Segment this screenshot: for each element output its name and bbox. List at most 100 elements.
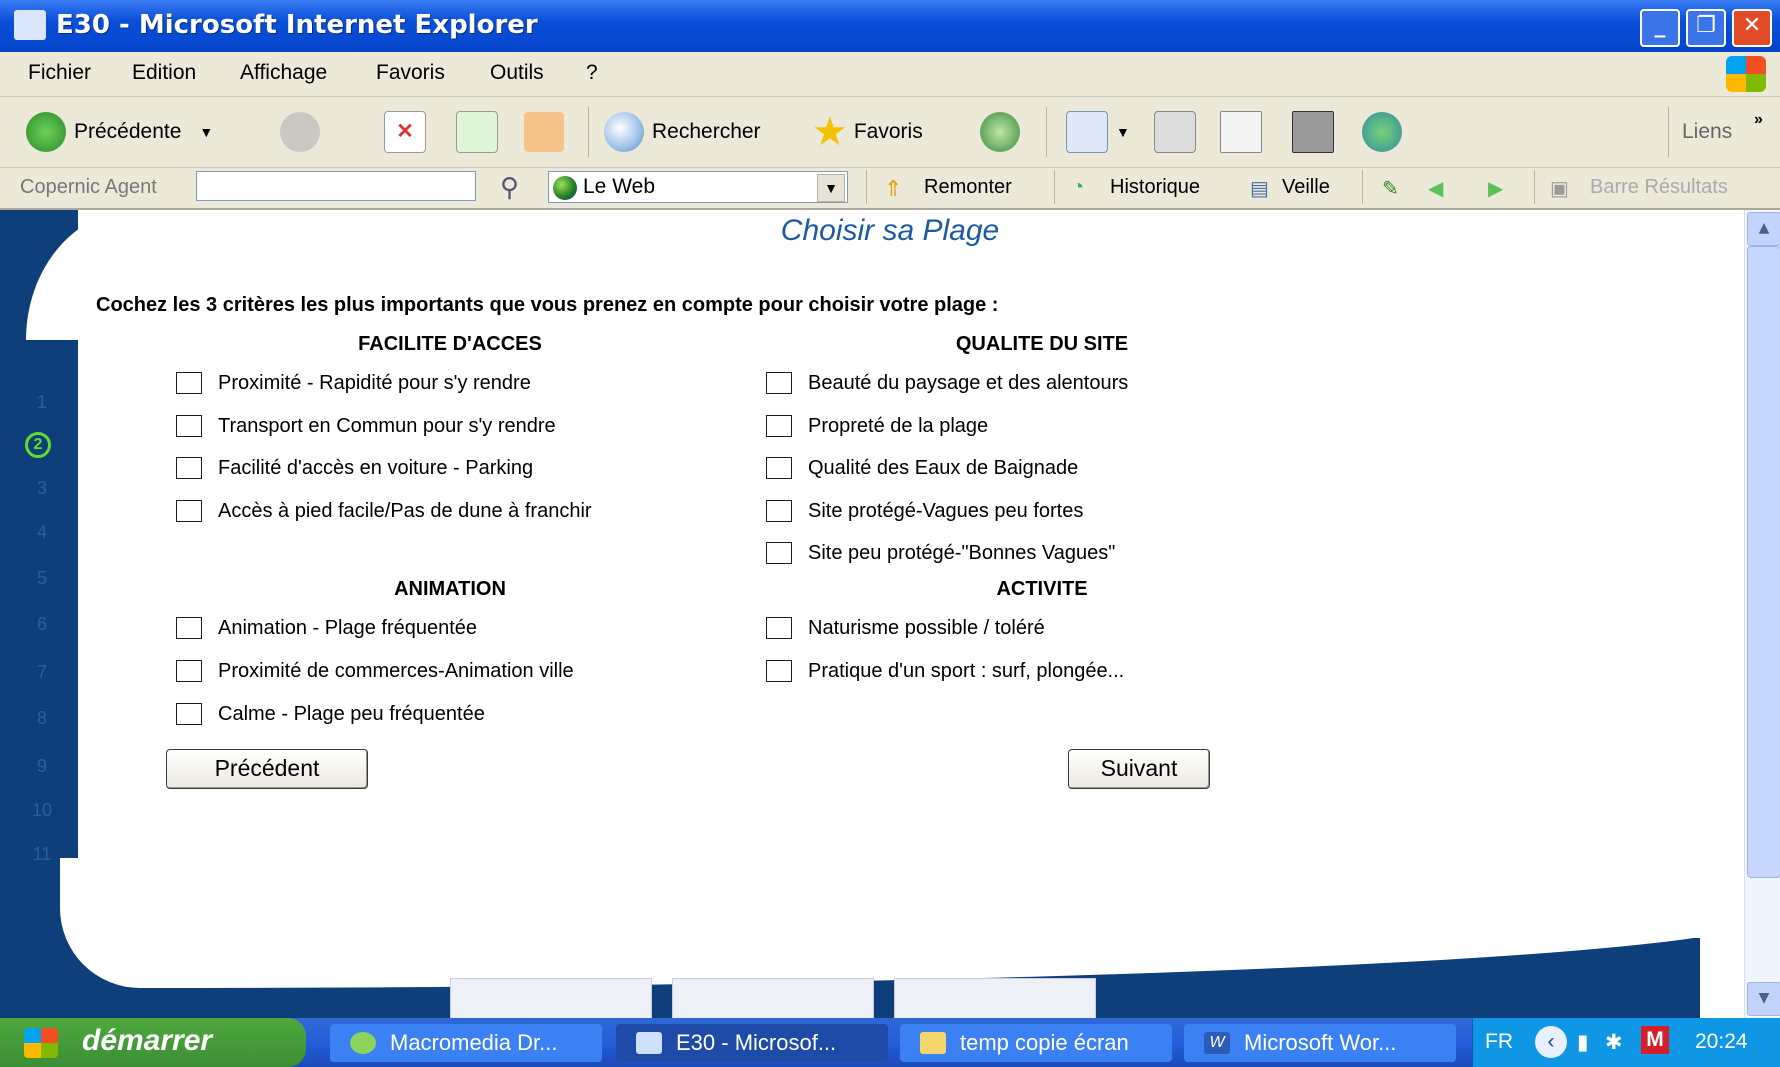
menu-fichier[interactable]: Fichier <box>28 61 91 85</box>
option-access-transport[interactable]: Transport en Commun pour s'y rendre <box>176 411 556 441</box>
option-animation-calm[interactable]: Calme - Plage peu fréquentée <box>176 699 485 729</box>
checkbox[interactable] <box>766 372 792 394</box>
step-link-9[interactable]: 9 <box>30 756 54 777</box>
copernic-search-input[interactable] <box>196 171 476 201</box>
checkbox[interactable] <box>176 703 202 725</box>
task-ie[interactable]: E30 - Microsof... <box>616 1024 888 1062</box>
barre-resultats-button[interactable]: Barre Résultats <box>1590 176 1728 199</box>
network-icon[interactable]: ✱ <box>1605 1030 1623 1055</box>
option-quality-sheltered[interactable]: Site protégé-Vagues peu fortes <box>766 496 1083 526</box>
search-scope-select[interactable]: Le Web ▼ <box>548 171 848 203</box>
veille-button[interactable]: Veille <box>1282 176 1330 199</box>
step-link-2-active[interactable]: 2 <box>25 432 51 458</box>
step-link-4[interactable]: 4 <box>30 522 54 543</box>
menu-edition[interactable]: Edition <box>132 61 196 85</box>
option-label: Accès à pied facile/Pas de dune à franch… <box>218 499 592 522</box>
checkbox[interactable] <box>766 457 792 479</box>
history-button[interactable] <box>980 109 1028 155</box>
option-quality-water[interactable]: Qualité des Eaux de Baignade <box>766 453 1078 483</box>
step-link-7[interactable]: 7 <box>30 662 54 683</box>
vertical-scrollbar[interactable]: ▲ ▼ <box>1744 210 1780 1018</box>
option-activity-sport[interactable]: Pratique d'un sport : surf, plongée... <box>766 656 1124 686</box>
favorites-star-icon: ★ <box>812 110 848 154</box>
start-button[interactable]: démarrer <box>0 1018 306 1067</box>
chevron-down-icon[interactable]: ▼ <box>817 174 845 202</box>
scroll-up-icon[interactable]: ▲ <box>1747 212 1780 246</box>
menu-affichage[interactable]: Affichage <box>240 61 327 85</box>
menu-outils[interactable]: Outils <box>490 61 544 85</box>
option-label: Qualité des Eaux de Baignade <box>808 456 1079 479</box>
step-link-8[interactable]: 8 <box>30 708 54 729</box>
toolbar-chevron-icon[interactable]: » <box>1754 97 1763 143</box>
step-link-1[interactable]: 1 <box>30 392 54 413</box>
print-icon <box>1154 111 1196 153</box>
antivirus-icon[interactable]: M <box>1641 1026 1669 1054</box>
ie-page-icon <box>14 10 46 40</box>
menu-help[interactable]: ? <box>586 61 598 85</box>
option-quality-waves[interactable]: Site peu protégé-"Bonnes Vagues" <box>766 538 1115 568</box>
copernic-search-icon[interactable]: ⚲ <box>500 172 519 203</box>
previous-result-icon[interactable]: ◀ <box>1428 176 1443 201</box>
next-result-icon[interactable]: ▶ <box>1488 176 1503 201</box>
option-animation-busy[interactable]: Animation - Plage fréquentée <box>176 613 477 643</box>
remonter-button[interactable]: Remonter <box>924 176 1012 199</box>
checkbox[interactable] <box>176 617 202 639</box>
step-link-11[interactable]: 11 <box>30 844 54 865</box>
option-access-car[interactable]: Facilité d'accès en voiture - Parking <box>176 453 533 483</box>
menu-favoris[interactable]: Favoris <box>376 61 445 85</box>
edit-button[interactable] <box>1220 109 1270 155</box>
historique-button[interactable]: Historique <box>1110 176 1200 199</box>
option-access-foot[interactable]: Accès à pied facile/Pas de dune à franch… <box>176 496 592 526</box>
next-button[interactable]: Suivant <box>1068 749 1210 789</box>
option-access-proximity[interactable]: Proximité - Rapidité pour s'y rendre <box>176 368 531 398</box>
restore-button[interactable]: ❐ <box>1686 9 1726 47</box>
back-button[interactable]: Précédente ▼ <box>26 109 213 155</box>
checkbox[interactable] <box>176 415 202 437</box>
checkbox[interactable] <box>766 617 792 639</box>
print-button[interactable] <box>1154 109 1204 155</box>
option-label: Proximité - Rapidité pour s'y rendre <box>218 371 531 394</box>
scroll-thumb[interactable] <box>1747 246 1780 878</box>
search-button[interactable]: Rechercher <box>604 109 761 155</box>
checkbox[interactable] <box>766 415 792 437</box>
globe-icon <box>553 176 577 200</box>
mail-button[interactable]: ▼ <box>1066 109 1130 155</box>
mail-dropdown-icon[interactable]: ▼ <box>1116 124 1130 140</box>
close-button[interactable]: ✕ <box>1732 9 1772 47</box>
show-hidden-icons-icon[interactable]: ‹ <box>1535 1026 1567 1058</box>
home-button[interactable] <box>524 109 572 155</box>
scroll-down-icon[interactable]: ▼ <box>1747 982 1780 1016</box>
step-link-5[interactable]: 5 <box>30 568 54 589</box>
refresh-button[interactable] <box>456 109 506 155</box>
option-activity-naturism[interactable]: Naturisme possible / toléré <box>766 613 1045 643</box>
task-folder[interactable]: temp copie écran <box>900 1024 1172 1062</box>
checkbox[interactable] <box>176 457 202 479</box>
checkbox[interactable] <box>766 660 792 682</box>
task-macromedia[interactable]: Macromedia Dr... <box>330 1024 602 1062</box>
back-dropdown-icon[interactable]: ▼ <box>199 124 213 140</box>
step-link-3[interactable]: 3 <box>30 478 54 499</box>
minimize-button[interactable]: _ <box>1640 9 1680 47</box>
stop-button[interactable]: ✕ <box>384 109 434 155</box>
tray-app-icon[interactable]: ▮ <box>1577 1030 1589 1055</box>
links-button[interactable]: Liens <box>1682 109 1732 155</box>
favorites-button[interactable]: ★ Favoris <box>812 109 923 155</box>
instruction-text: Cochez les 3 critères les plus important… <box>96 294 999 316</box>
previous-button[interactable]: Précédent <box>166 749 368 789</box>
research-button[interactable] <box>1292 109 1342 155</box>
step-link-10[interactable]: 10 <box>30 800 54 821</box>
checkbox[interactable] <box>176 372 202 394</box>
option-animation-shops[interactable]: Proximité de commerces-Animation ville <box>176 656 574 686</box>
checkbox[interactable] <box>176 660 202 682</box>
forward-button[interactable] <box>280 109 328 155</box>
task-word[interactable]: W Microsoft Wor... <box>1184 1024 1456 1062</box>
highlight-pen-icon[interactable]: ✎ <box>1382 176 1399 201</box>
checkbox[interactable] <box>176 500 202 522</box>
option-quality-landscape[interactable]: Beauté du paysage et des alentours <box>766 368 1128 398</box>
option-quality-clean[interactable]: Propreté de la plage <box>766 411 988 441</box>
checkbox[interactable] <box>766 500 792 522</box>
step-link-6[interactable]: 6 <box>30 614 54 635</box>
checkbox[interactable] <box>766 542 792 564</box>
language-indicator[interactable]: FR <box>1485 1030 1513 1054</box>
messenger-button[interactable] <box>1362 109 1410 155</box>
